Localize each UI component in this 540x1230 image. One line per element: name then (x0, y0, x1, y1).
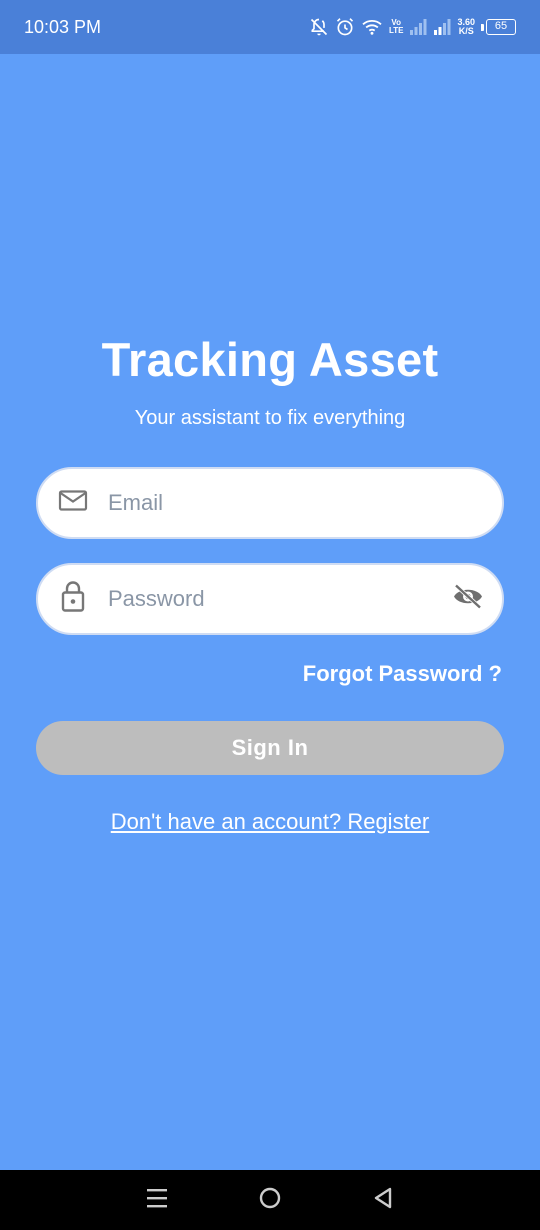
network-speed-unit: K/S (458, 26, 474, 36)
app-subtitle: Your assistant to fix everything (134, 407, 406, 429)
email-field[interactable] (36, 467, 504, 539)
app-title: Tracking Asset (101, 333, 439, 386)
home-circle-icon (258, 1186, 282, 1215)
password-input[interactable] (108, 565, 432, 633)
back-button[interactable] (363, 1180, 403, 1220)
signal-icon-2 (433, 19, 451, 35)
mail-icon (58, 489, 88, 518)
network-speed: 3.60 K/S (457, 18, 475, 36)
forgot-password-link[interactable]: Forgot Password ? (303, 661, 502, 687)
recents-button[interactable] (137, 1180, 177, 1220)
back-triangle-icon (372, 1186, 394, 1215)
lock-icon (58, 581, 88, 618)
volte-indicator: Vo LTE (389, 19, 404, 35)
notifications-off-icon (309, 17, 329, 37)
battery-tip (481, 23, 484, 31)
battery-level: 65 (486, 19, 516, 35)
alarm-icon (335, 17, 355, 37)
wifi-icon (361, 18, 383, 36)
home-button[interactable] (250, 1180, 290, 1220)
battery-icon: 65 (481, 19, 516, 35)
password-field[interactable] (36, 563, 504, 635)
status-icons: Vo LTE 3.60 K/S 65 (309, 17, 516, 37)
eye-off-icon[interactable] (452, 583, 484, 616)
status-bar: 10:03 PM Vo LTE 3.60 K/S 65 (0, 0, 540, 54)
status-time: 10:03 PM (24, 16, 102, 37)
register-link[interactable]: Don't have an account? Register (0, 809, 540, 835)
sign-in-button[interactable]: Sign In (36, 721, 504, 775)
email-input[interactable] (108, 469, 432, 537)
navigation-bar (0, 1170, 540, 1230)
menu-icon (146, 1188, 168, 1213)
signal-icon-1 (409, 19, 427, 35)
volte-bottom-text: LTE (388, 26, 404, 35)
